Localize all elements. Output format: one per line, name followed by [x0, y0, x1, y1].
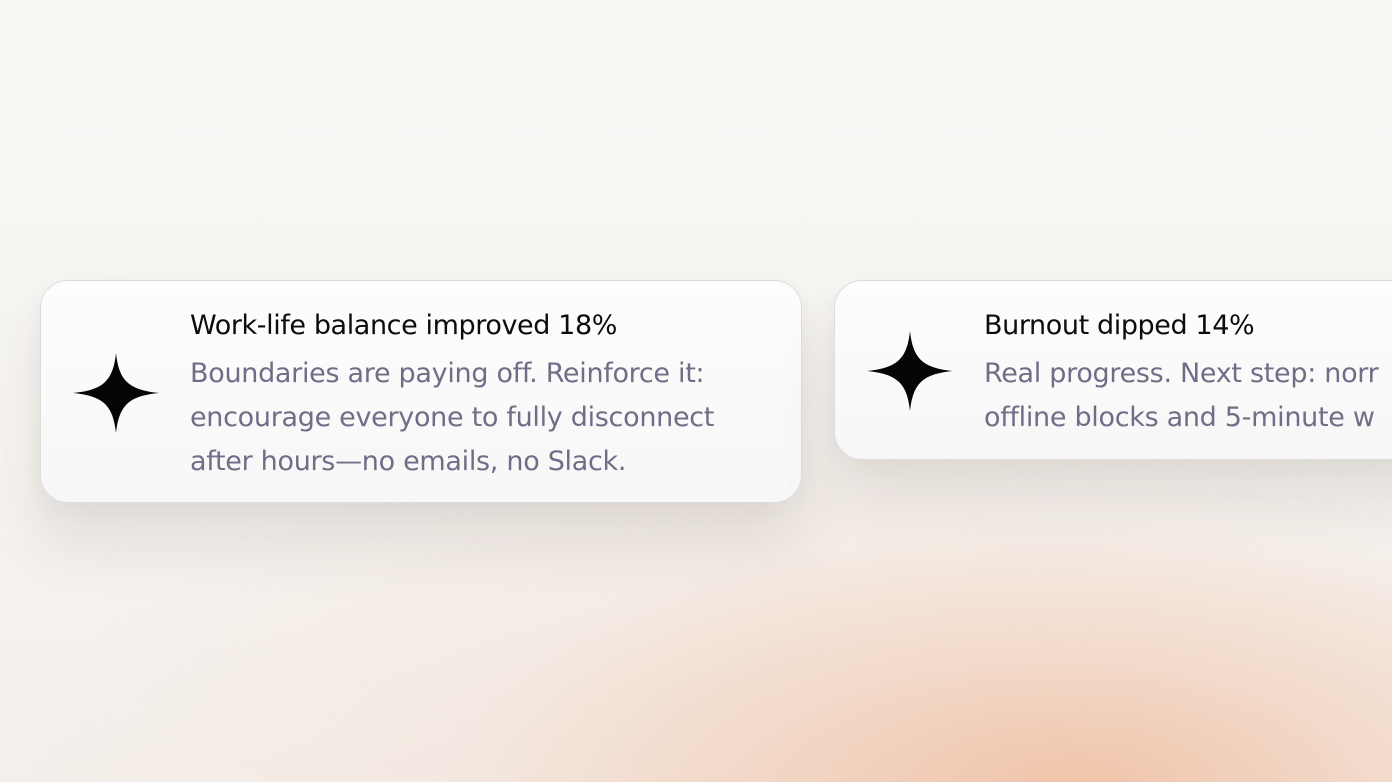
description-line: encourage everyone to fully disconnect: [190, 402, 715, 433]
description-line: after hours—no emails, no Slack.: [190, 446, 627, 477]
sparkle-icon: [73, 353, 159, 433]
description-line: Boundaries are paying off. Reinforce it:: [190, 358, 705, 389]
insight-card-description: Real progress. Next step: norr offline b…: [984, 352, 1391, 440]
insight-card-content: Work-life balance improved 18% Boundarie…: [190, 308, 801, 484]
description-line: offline blocks and 5-minute w: [984, 402, 1375, 433]
insight-card-work-life-balance[interactable]: Work-life balance improved 18% Boundarie…: [40, 280, 802, 503]
insight-card-burnout[interactable]: Burnout dipped 14% Real progress. Next s…: [834, 280, 1392, 460]
insight-card-description: Boundaries are paying off. Reinforce it:…: [190, 352, 801, 484]
insight-card-title: Work-life balance improved 18%: [190, 310, 617, 341]
description-line: Real progress. Next step: norr: [984, 358, 1379, 389]
sparkle-icon: [867, 331, 953, 411]
insight-card-title: Burnout dipped 14%: [984, 310, 1255, 341]
insight-card-content: Burnout dipped 14% Real progress. Next s…: [984, 308, 1391, 440]
